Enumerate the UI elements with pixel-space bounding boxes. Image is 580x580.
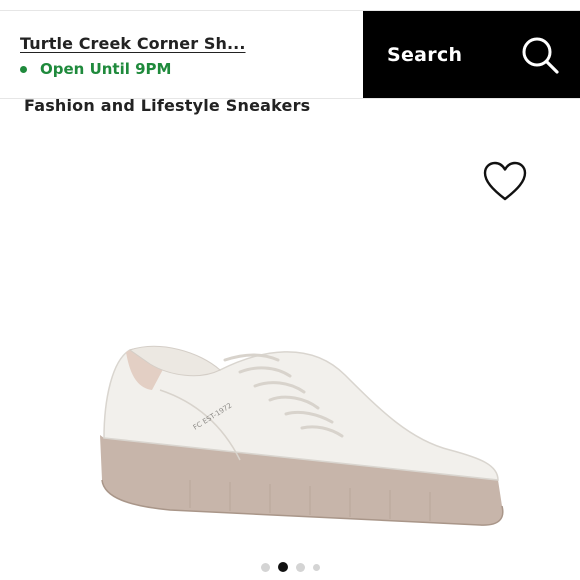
store-status-text: Open Until 9PM — [40, 60, 172, 78]
store-header: Turtle Creek Corner Sh... Open Until 9PM… — [0, 0, 580, 99]
carousel-dot-active[interactable] — [277, 562, 288, 572]
carousel-dot[interactable] — [260, 562, 270, 572]
carousel-dot[interactable] — [295, 562, 305, 572]
search-button[interactable]: Search — [363, 11, 580, 99]
store-name-link[interactable]: Turtle Creek Corner Sh... — [20, 34, 350, 53]
status-dot-icon — [20, 65, 27, 73]
search-label: Search — [387, 44, 463, 66]
store-status: Open Until 9PM — [20, 60, 350, 78]
carousel-dot[interactable] — [312, 563, 320, 571]
product-image[interactable]: FC EST-1972 — [90, 330, 510, 540]
product-subtitle: Fashion and Lifestyle Sneakers — [24, 96, 311, 115]
search-icon — [522, 37, 559, 74]
heart-outline-icon[interactable] — [483, 161, 527, 203]
image-carousel-dots — [0, 562, 580, 572]
store-info[interactable]: Turtle Creek Corner Sh... Open Until 9PM — [20, 34, 350, 78]
